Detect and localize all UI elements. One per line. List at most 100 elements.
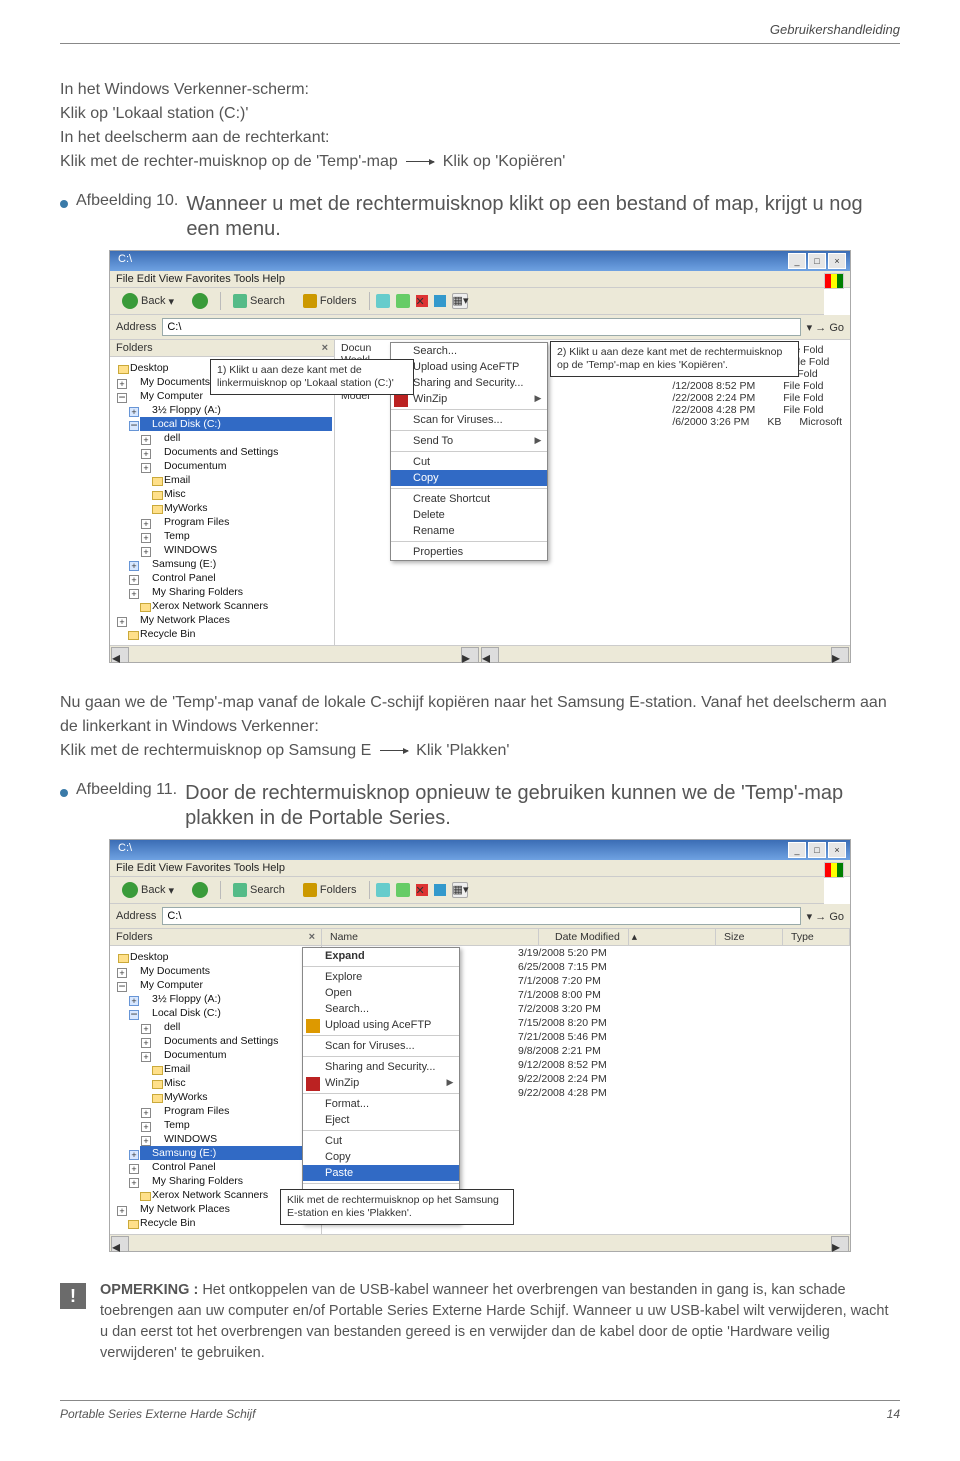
menu-item-cut[interactable]: Cut [303, 1133, 459, 1149]
menu-item[interactable]: Scan for Viruses... [391, 412, 547, 428]
address-input[interactable] [162, 318, 800, 336]
tree-item[interactable]: Recycle Bin [128, 627, 332, 641]
menu-item[interactable]: Properties [391, 544, 547, 560]
address-input[interactable] [162, 907, 800, 925]
scroll-arrow-icon[interactable]: ▸ [461, 647, 479, 663]
menu-item-copy[interactable]: Copy [303, 1149, 459, 1165]
undo-icon[interactable] [434, 295, 446, 307]
tree-item[interactable]: My Network Places [128, 613, 332, 627]
tree-item[interactable]: Samsung (E:) [140, 557, 332, 571]
tree-item[interactable]: Xerox Network Scanners [140, 599, 332, 613]
menu-item[interactable]: Explore [303, 969, 459, 985]
tree-item[interactable]: dell [152, 1020, 319, 1034]
tree-item[interactable]: WINDOWS [152, 543, 332, 557]
menu-item[interactable]: Sharing and Security... [391, 375, 547, 391]
menu-item[interactable]: WinZip [391, 391, 547, 407]
menu-item[interactable]: Send To [391, 433, 547, 449]
tree-item[interactable]: My Sharing Folders [140, 1174, 319, 1188]
menu-items[interactable]: File Edit View Favorites Tools Help [116, 273, 285, 285]
tree-item[interactable]: dell [152, 431, 332, 445]
tree-item[interactable]: Temp [152, 529, 332, 543]
menu-bar[interactable]: File Edit View Favorites Tools Help [110, 271, 850, 288]
delete-icon[interactable]: ✕ [416, 295, 428, 307]
menu-item[interactable]: Upload using AceFTP [303, 1017, 459, 1033]
tree-item[interactable]: Email [152, 1062, 319, 1076]
scroll-arrow-icon[interactable]: ▸ [831, 1236, 849, 1252]
tree-item[interactable]: Program Files [152, 515, 332, 529]
menu-item[interactable]: Create Shortcut [391, 491, 547, 507]
tree-item[interactable]: Email [152, 473, 332, 487]
maximize-button[interactable]: □ [808, 253, 826, 269]
back-button[interactable]: Back ▾ [116, 880, 180, 900]
menu-item[interactable]: Scan for Viruses... [303, 1038, 459, 1054]
close-button[interactable]: × [828, 253, 846, 269]
folders-button[interactable]: Folders [297, 292, 363, 310]
toolbar-icon[interactable] [396, 294, 410, 308]
scroll-arrow-icon[interactable]: ◂ [111, 647, 129, 663]
views-button[interactable]: ▦▾ [452, 882, 468, 898]
menu-items[interactable]: File Edit View Favorites Tools Help [116, 862, 285, 874]
scroll-arrow-icon[interactable]: ▸ [831, 647, 849, 663]
minimize-button[interactable]: _ [788, 842, 806, 858]
forward-button[interactable] [186, 880, 214, 900]
menu-item-paste[interactable]: Paste [303, 1165, 459, 1181]
toolbar-icon[interactable] [376, 294, 390, 308]
tree-item[interactable]: Control Panel [140, 1160, 319, 1174]
maximize-button[interactable]: □ [808, 842, 826, 858]
close-icon[interactable]: × [322, 342, 328, 354]
tree-item[interactable]: Documents and Settings [152, 1034, 319, 1048]
back-button[interactable]: Back ▾ [116, 291, 180, 311]
tree-item[interactable]: Documentum [152, 459, 332, 473]
tree-item[interactable]: 3½ Floppy (A:) [140, 992, 319, 1006]
tree-item[interactable]: Misc [152, 1076, 319, 1090]
tree-item[interactable]: Local Disk (C:) [140, 1006, 319, 1020]
views-button[interactable]: ▦▾ [452, 293, 468, 309]
menu-item[interactable]: Delete [391, 507, 547, 523]
menu-item[interactable]: Format... [303, 1096, 459, 1112]
undo-icon[interactable] [434, 884, 446, 896]
minimize-button[interactable]: _ [788, 253, 806, 269]
horizontal-scrollbar[interactable]: ◂▸◂▸ [110, 645, 850, 662]
close-icon[interactable]: × [309, 931, 315, 943]
menu-item[interactable]: Eject [303, 1112, 459, 1128]
tree-item[interactable]: MyWorks [152, 501, 332, 515]
menu-item-copy[interactable]: Copy [391, 470, 547, 486]
tree-item[interactable]: Program Files [152, 1104, 319, 1118]
col-size[interactable]: Size [716, 929, 783, 945]
horizontal-scrollbar[interactable]: ◂▸ [110, 1234, 850, 1251]
toolbar-icon[interactable] [396, 883, 410, 897]
tree-item[interactable]: My Documents [128, 964, 319, 978]
menu-item[interactable]: Search... [391, 343, 547, 359]
tree-item-samsung-e[interactable]: Samsung (E:) [140, 1146, 319, 1160]
scroll-arrow-icon[interactable]: ◂ [111, 1236, 129, 1252]
col-name[interactable]: Name [322, 929, 539, 945]
tree-item[interactable]: Misc [152, 487, 332, 501]
tree-item[interactable]: Desktop [118, 950, 319, 964]
col-date[interactable]: Date Modified ▴ [539, 929, 716, 945]
menu-item[interactable]: WinZip [303, 1075, 459, 1091]
delete-icon[interactable]: ✕ [416, 884, 428, 896]
menu-bar[interactable]: File Edit View Favorites Tools Help [110, 860, 850, 877]
tree-item[interactable]: WINDOWS [152, 1132, 319, 1146]
tree-item-local-disk[interactable]: Local Disk (C:) [140, 417, 332, 431]
menu-item[interactable]: Sharing and Security... [303, 1059, 459, 1075]
forward-button[interactable] [186, 291, 214, 311]
close-button[interactable]: × [828, 842, 846, 858]
menu-item[interactable]: Search... [303, 1001, 459, 1017]
search-button[interactable]: Search [227, 292, 291, 310]
menu-item[interactable]: Open [303, 985, 459, 1001]
tree-item[interactable]: My Computer [128, 978, 319, 992]
tree-item[interactable]: MyWorks [152, 1090, 319, 1104]
search-button[interactable]: Search [227, 881, 291, 899]
context-menu[interactable]: Expand Explore Open Search... Upload usi… [302, 947, 460, 1224]
menu-item-expand[interactable]: Expand [303, 948, 459, 964]
go-button[interactable]: ▾ → Go [807, 910, 844, 923]
tree-item[interactable]: Documentum [152, 1048, 319, 1062]
tree-item[interactable]: Control Panel [140, 571, 332, 585]
menu-item[interactable]: Upload using AceFTP [391, 359, 547, 375]
tree-item[interactable]: 3½ Floppy (A:) [140, 403, 332, 417]
list-header[interactable]: Name Date Modified ▴ Size Type [322, 929, 850, 946]
tree-item[interactable]: Temp [152, 1118, 319, 1132]
go-button[interactable]: ▾ → Go [807, 321, 844, 334]
toolbar-icon[interactable] [376, 883, 390, 897]
